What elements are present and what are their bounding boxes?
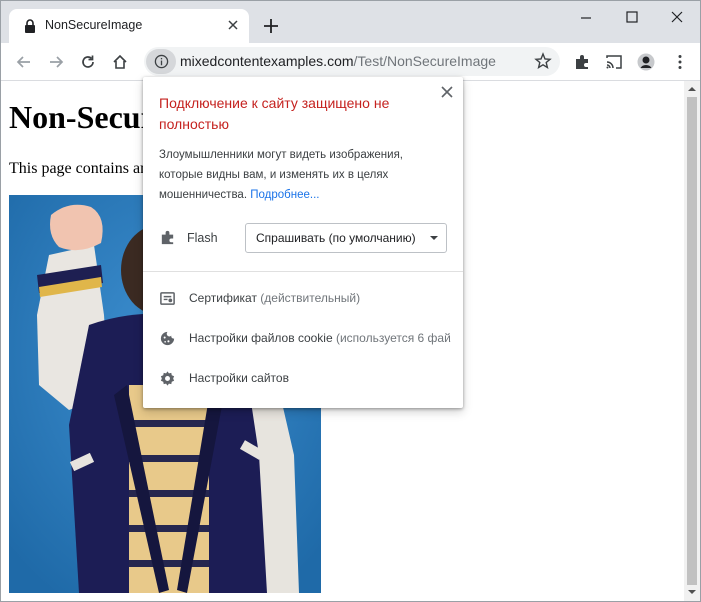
connection-warning-description: Злоумышленники могут видеть изображения,… <box>159 145 439 205</box>
flash-permission-value: Спрашивать (по умолчанию) <box>256 231 416 245</box>
extensions-icon[interactable] <box>573 53 591 71</box>
tab-strip: NonSecureImage <box>1 1 700 43</box>
site-settings-item[interactable]: Настройки сайтов <box>143 361 463 397</box>
puzzle-icon <box>161 230 174 245</box>
gear-icon <box>160 371 175 386</box>
new-tab-icon[interactable] <box>261 16 281 36</box>
site-settings-label: Настройки сайтов <box>189 371 289 385</box>
scroll-down-arrow-icon[interactable] <box>688 588 696 596</box>
back-icon[interactable] <box>15 53 33 71</box>
certificate-item[interactable]: Сертификат (действительный) <box>143 281 463 317</box>
certificate-text: Сертификат (действительный) <box>189 291 451 305</box>
site-settings-text: Настройки сайтов <box>189 371 451 385</box>
lock-icon <box>25 19 35 33</box>
omnibox[interactable]: mixedcontentexamples.com/Test/NonSecureI… <box>144 47 560 76</box>
learn-more-link[interactable]: Подробнее... <box>250 189 319 201</box>
info-icon <box>154 54 169 69</box>
close-window-icon[interactable] <box>666 7 688 29</box>
site-info-popup: Подключение к сайту защищено не полность… <box>143 77 463 408</box>
minimize-icon[interactable] <box>575 7 597 29</box>
certificate-status: (действительный) <box>260 291 361 305</box>
home-icon[interactable] <box>111 53 129 71</box>
certificate-icon <box>160 292 175 305</box>
toolbar: mixedcontentexamples.com/Test/NonSecureI… <box>1 43 700 81</box>
browser-window: NonSecureImage mixedcontentexamples.com/… <box>0 0 701 602</box>
flash-permission-select[interactable]: Спрашивать (по умолчанию) <box>245 223 447 253</box>
url-host: mixedcontentexamples.com <box>180 53 354 69</box>
page-scrollbar[interactable] <box>684 81 700 601</box>
cookie-count: (используется 6 файлов) <box>335 331 451 345</box>
scroll-thumb[interactable] <box>687 97 697 585</box>
popup-divider <box>143 271 463 272</box>
profile-avatar-icon[interactable] <box>637 53 655 71</box>
url-path: /Test/NonSecureImage <box>353 53 496 69</box>
bookmark-star-icon[interactable] <box>534 52 552 70</box>
cast-icon[interactable] <box>605 53 623 71</box>
forward-icon[interactable] <box>47 53 65 71</box>
site-info-button[interactable] <box>146 49 176 74</box>
connection-warning-title: Подключение к сайту защищено не полность… <box>159 95 390 132</box>
maximize-icon[interactable] <box>621 7 643 29</box>
chevron-down-icon <box>430 236 438 240</box>
certificate-label: Сертификат <box>189 291 257 305</box>
cookie-icon <box>160 331 175 346</box>
reload-icon[interactable] <box>79 53 97 71</box>
flash-permission-row: Flash Спрашивать (по умолчанию) <box>143 223 463 253</box>
menu-dots-icon[interactable] <box>671 53 689 71</box>
flash-label: Flash <box>187 231 218 245</box>
cookie-settings-label: Настройки файлов cookie <box>189 331 333 345</box>
tab-nonsecureimage[interactable]: NonSecureImage <box>9 9 249 43</box>
url-text[interactable]: mixedcontentexamples.com/Test/NonSecureI… <box>180 53 496 69</box>
cookie-settings-text: Настройки файлов cookie (используется 6 … <box>189 331 451 345</box>
tab-title: NonSecureImage <box>45 18 143 32</box>
close-popup-icon[interactable] <box>440 85 454 99</box>
cookie-settings-item[interactable]: Настройки файлов cookie (используется 6 … <box>143 321 463 357</box>
scroll-up-arrow-icon[interactable] <box>688 85 696 93</box>
close-tab-icon[interactable] <box>225 17 241 33</box>
